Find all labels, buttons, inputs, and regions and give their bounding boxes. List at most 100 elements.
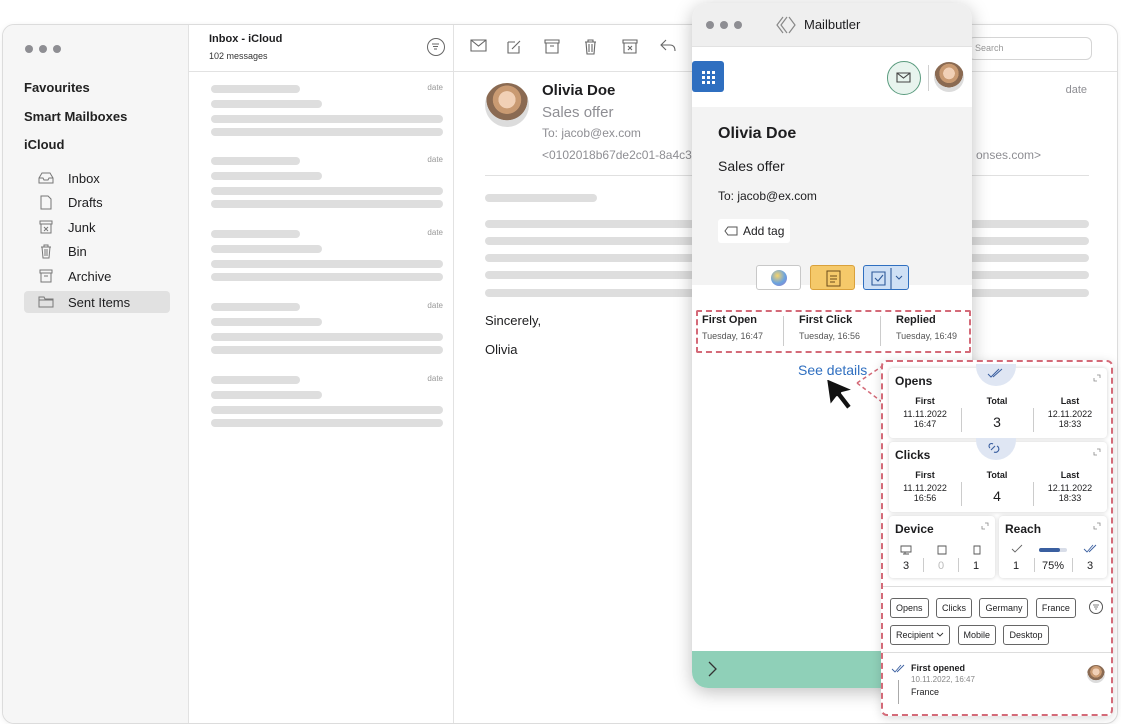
archive-icon[interactable] xyxy=(544,39,560,59)
folder-icon xyxy=(24,296,68,308)
placeholder-line xyxy=(211,85,300,93)
message-id-end: onses.com> xyxy=(976,148,1042,162)
placeholder-line xyxy=(211,318,322,326)
message-date: date xyxy=(427,301,443,310)
list-item[interactable]: date xyxy=(211,374,443,438)
filter-chip-germany[interactable]: Germany xyxy=(979,598,1029,618)
chevron-right-icon[interactable] xyxy=(707,661,719,677)
filter-icon[interactable] xyxy=(427,38,445,56)
reach-progress xyxy=(1039,548,1067,552)
divider xyxy=(783,316,784,346)
sidebar: Favourites Smart Mailboxes iCloud Inbox … xyxy=(3,25,189,723)
reply-icon[interactable] xyxy=(660,39,676,57)
placeholder-line xyxy=(485,194,597,202)
sidebar-heading-favourites[interactable]: Favourites xyxy=(24,80,90,95)
sidebar-item-drafts[interactable]: Drafts xyxy=(24,191,170,213)
event-title: First opened xyxy=(911,663,966,673)
filter-chip-france[interactable]: France xyxy=(1035,598,1076,618)
ai-orb-icon xyxy=(771,270,787,286)
last-date: 12.11.2022 xyxy=(1047,409,1093,419)
expand-icon[interactable] xyxy=(1092,447,1102,457)
placeholder-line xyxy=(211,230,300,238)
filter-chip-clicks[interactable]: Clicks xyxy=(935,598,972,618)
user-avatar[interactable] xyxy=(934,62,964,92)
filter-dropdown-recipient[interactable]: Recipient xyxy=(890,625,951,645)
mailbutler-header: Mailbutler xyxy=(692,3,972,47)
list-item[interactable]: date xyxy=(211,83,443,147)
expand-icon[interactable] xyxy=(1092,521,1102,531)
expand-icon[interactable] xyxy=(1092,373,1102,383)
compose-icon[interactable] xyxy=(506,39,522,60)
sidebar-item-label: Drafts xyxy=(68,194,103,210)
window-controls[interactable] xyxy=(25,45,61,53)
email-signature: Olivia xyxy=(485,342,518,357)
checkbox-icon xyxy=(871,268,903,289)
search-input[interactable]: Search xyxy=(968,37,1092,60)
placeholder-line xyxy=(211,273,443,281)
ai-assistant-button[interactable] xyxy=(756,265,801,290)
email-summary-card: Olivia Doe Sales offer To: jacob@ex.com … xyxy=(692,107,972,285)
message-date: date xyxy=(427,228,443,237)
total-label: Total xyxy=(986,470,1008,480)
stat-label: Replied xyxy=(896,314,936,326)
sidebar-item-archive[interactable]: Archive xyxy=(24,265,170,287)
first-open-stat: First Open Tuesday, 16:47 xyxy=(702,314,763,352)
sidebar-item-sent-items[interactable]: Sent Items xyxy=(24,291,170,313)
filter-chip-opens[interactable]: Opens xyxy=(890,598,929,618)
add-tag-label: Add tag xyxy=(743,224,785,238)
mail-icon[interactable] xyxy=(470,39,487,57)
first-time: 16:47 xyxy=(913,419,937,429)
message-date: date xyxy=(427,83,443,92)
double-check-icon xyxy=(976,364,1016,386)
sidebar-heading-smart-mailboxes[interactable]: Smart Mailboxes xyxy=(24,109,127,124)
filter-icon[interactable] xyxy=(1089,600,1103,614)
clicks-card: Clicks First 11.11.2022 16:56 Total 4 La… xyxy=(889,438,1107,512)
mail-tracking-button[interactable] xyxy=(887,61,921,95)
tablet-count: 0 xyxy=(937,560,945,572)
sidebar-item-label: Junk xyxy=(68,219,96,235)
first-date: 11.11.2022 xyxy=(903,483,947,493)
notes-button[interactable] xyxy=(810,265,855,290)
last-date: 12.11.2022 xyxy=(1047,483,1093,493)
sender-avatar xyxy=(485,83,529,127)
junk-bin-icon xyxy=(24,220,68,234)
list-item[interactable]: date xyxy=(211,228,443,292)
placeholder-line xyxy=(211,333,443,341)
card-title: Device xyxy=(895,522,934,536)
first-time: 16:56 xyxy=(913,493,937,503)
sidebar-item-inbox[interactable]: Inbox xyxy=(24,167,170,189)
email-subject: Sales offer xyxy=(542,104,614,121)
device-card: Device 3 0 1 xyxy=(889,516,995,578)
placeholder-line xyxy=(211,419,443,427)
sidebar-item-bin[interactable]: Bin xyxy=(24,240,170,262)
filter-chip-desktop[interactable]: Desktop xyxy=(1003,625,1049,645)
stat-label: First Open xyxy=(702,314,758,326)
email-recipient: To: jacob@ex.com xyxy=(718,189,817,203)
apps-grid-button[interactable] xyxy=(692,61,724,92)
sidebar-item-junk[interactable]: Junk xyxy=(24,216,170,238)
expand-icon[interactable] xyxy=(980,521,990,531)
sidebar-heading-icloud[interactable]: iCloud xyxy=(24,137,64,152)
junk-icon[interactable] xyxy=(622,39,638,59)
desktop-icon xyxy=(900,545,912,555)
tasks-button[interactable] xyxy=(863,265,909,290)
trash-icon[interactable] xyxy=(584,39,597,60)
list-item[interactable]: date xyxy=(211,301,443,365)
note-icon xyxy=(826,270,841,287)
placeholder-line xyxy=(211,200,443,208)
placeholder-line xyxy=(211,391,322,399)
message-list-header: Inbox - iCloud 102 messages xyxy=(189,25,453,72)
first-date: 11.11.2022 xyxy=(903,409,947,419)
list-item[interactable]: date xyxy=(211,155,443,219)
add-tag-button[interactable]: Add tag xyxy=(718,219,791,243)
inbox-tray-icon xyxy=(24,172,68,184)
message-list: Inbox - iCloud 102 messages date date da… xyxy=(189,25,454,723)
email-date: date xyxy=(1065,84,1087,96)
reach-percent: 75% xyxy=(1041,560,1065,572)
total-label: Total xyxy=(986,396,1008,406)
tag-icon xyxy=(724,226,738,236)
filter-chip-mobile[interactable]: Mobile xyxy=(957,625,997,645)
divider xyxy=(880,316,881,346)
double-check-icon xyxy=(891,664,905,673)
window-controls[interactable] xyxy=(706,21,742,29)
